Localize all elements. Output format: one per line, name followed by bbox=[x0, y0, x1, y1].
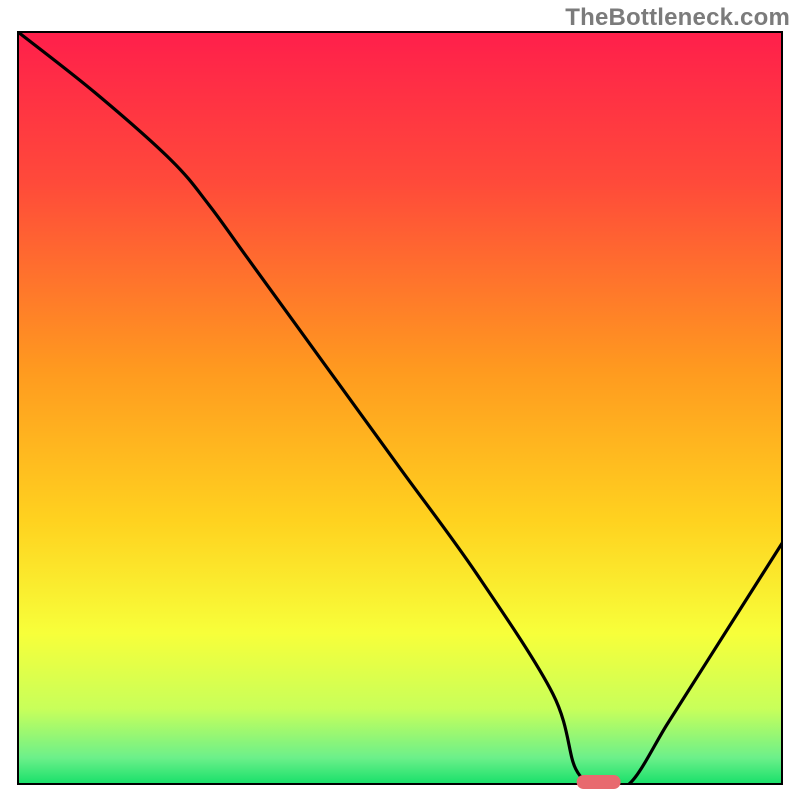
optimal-point-marker bbox=[577, 775, 621, 789]
watermark-label: TheBottleneck.com bbox=[565, 4, 790, 32]
chart-stage: TheBottleneck.com bbox=[0, 0, 800, 800]
heat-gradient-rect bbox=[18, 32, 782, 784]
bottleneck-chart bbox=[0, 0, 800, 800]
